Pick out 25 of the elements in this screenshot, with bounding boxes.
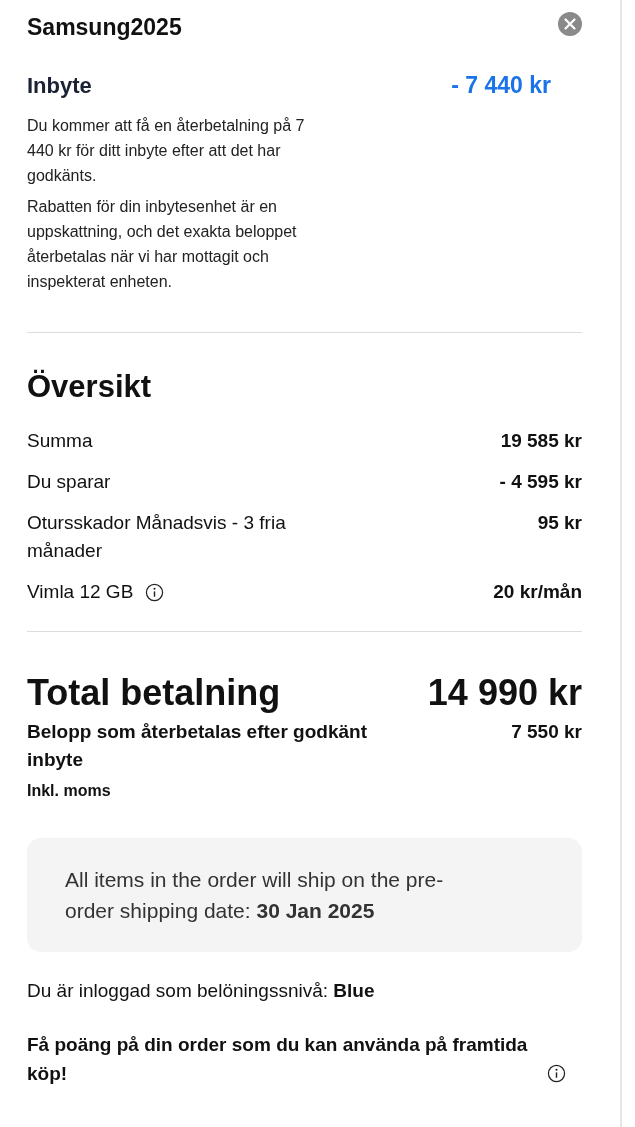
shipping-notice-text: All items in the order will ship on the pre-order shipping date: 30 Jan 2025: [65, 867, 445, 924]
info-icon[interactable]: [145, 582, 165, 602]
line-item-label: Otursskador Månadsvis - 3 fria månader: [27, 511, 287, 563]
trade-in-description: Du kommer att få en återbetalning på 7 440 kr för ditt inbyte efter att det har godkänts.: [27, 116, 306, 186]
trade-in-title: Inbyte: [27, 72, 92, 99]
close-icon[interactable]: [558, 12, 582, 36]
info-icon[interactable]: [547, 1064, 566, 1083]
line-item-price: 20 kr/mån: [493, 580, 582, 604]
vat-note: Inkl. moms: [27, 782, 111, 800]
line-item-price: 95 kr: [537, 511, 582, 535]
trade-in-amount: - 7 440 kr: [451, 72, 551, 99]
overview-title: Översikt: [27, 369, 153, 405]
refund-amount: 7 550 kr: [511, 720, 582, 744]
total-label: Total betalning: [27, 672, 281, 714]
refund-label: Belopp som återbetalas efter godkänt inbyte: [27, 720, 368, 772]
line-item-label: Summa: [27, 429, 93, 453]
line-item-price: 19 585 kr: [500, 429, 582, 453]
line-item-price: - 4 595 kr: [499, 470, 582, 494]
trade-in-description: Rabatten för din inbytesenhet är en uppskattning, och det exakta beloppet återbetalas när vi har mottagit och inspekterat enheten.: [27, 197, 298, 292]
reward-points-text: Få poäng på din order som du kan använda på framtida köp!: [27, 1033, 529, 1086]
panel-title: Samsung2025: [27, 13, 182, 41]
total-price: 14 990 kr: [427, 672, 582, 714]
line-item-label: Du sparar: [27, 470, 111, 494]
reward-level-text: Du är inloggad som belöningssnivå: Blue: [27, 980, 376, 1002]
line-item-label: Vimla 12 GB: [27, 580, 134, 604]
